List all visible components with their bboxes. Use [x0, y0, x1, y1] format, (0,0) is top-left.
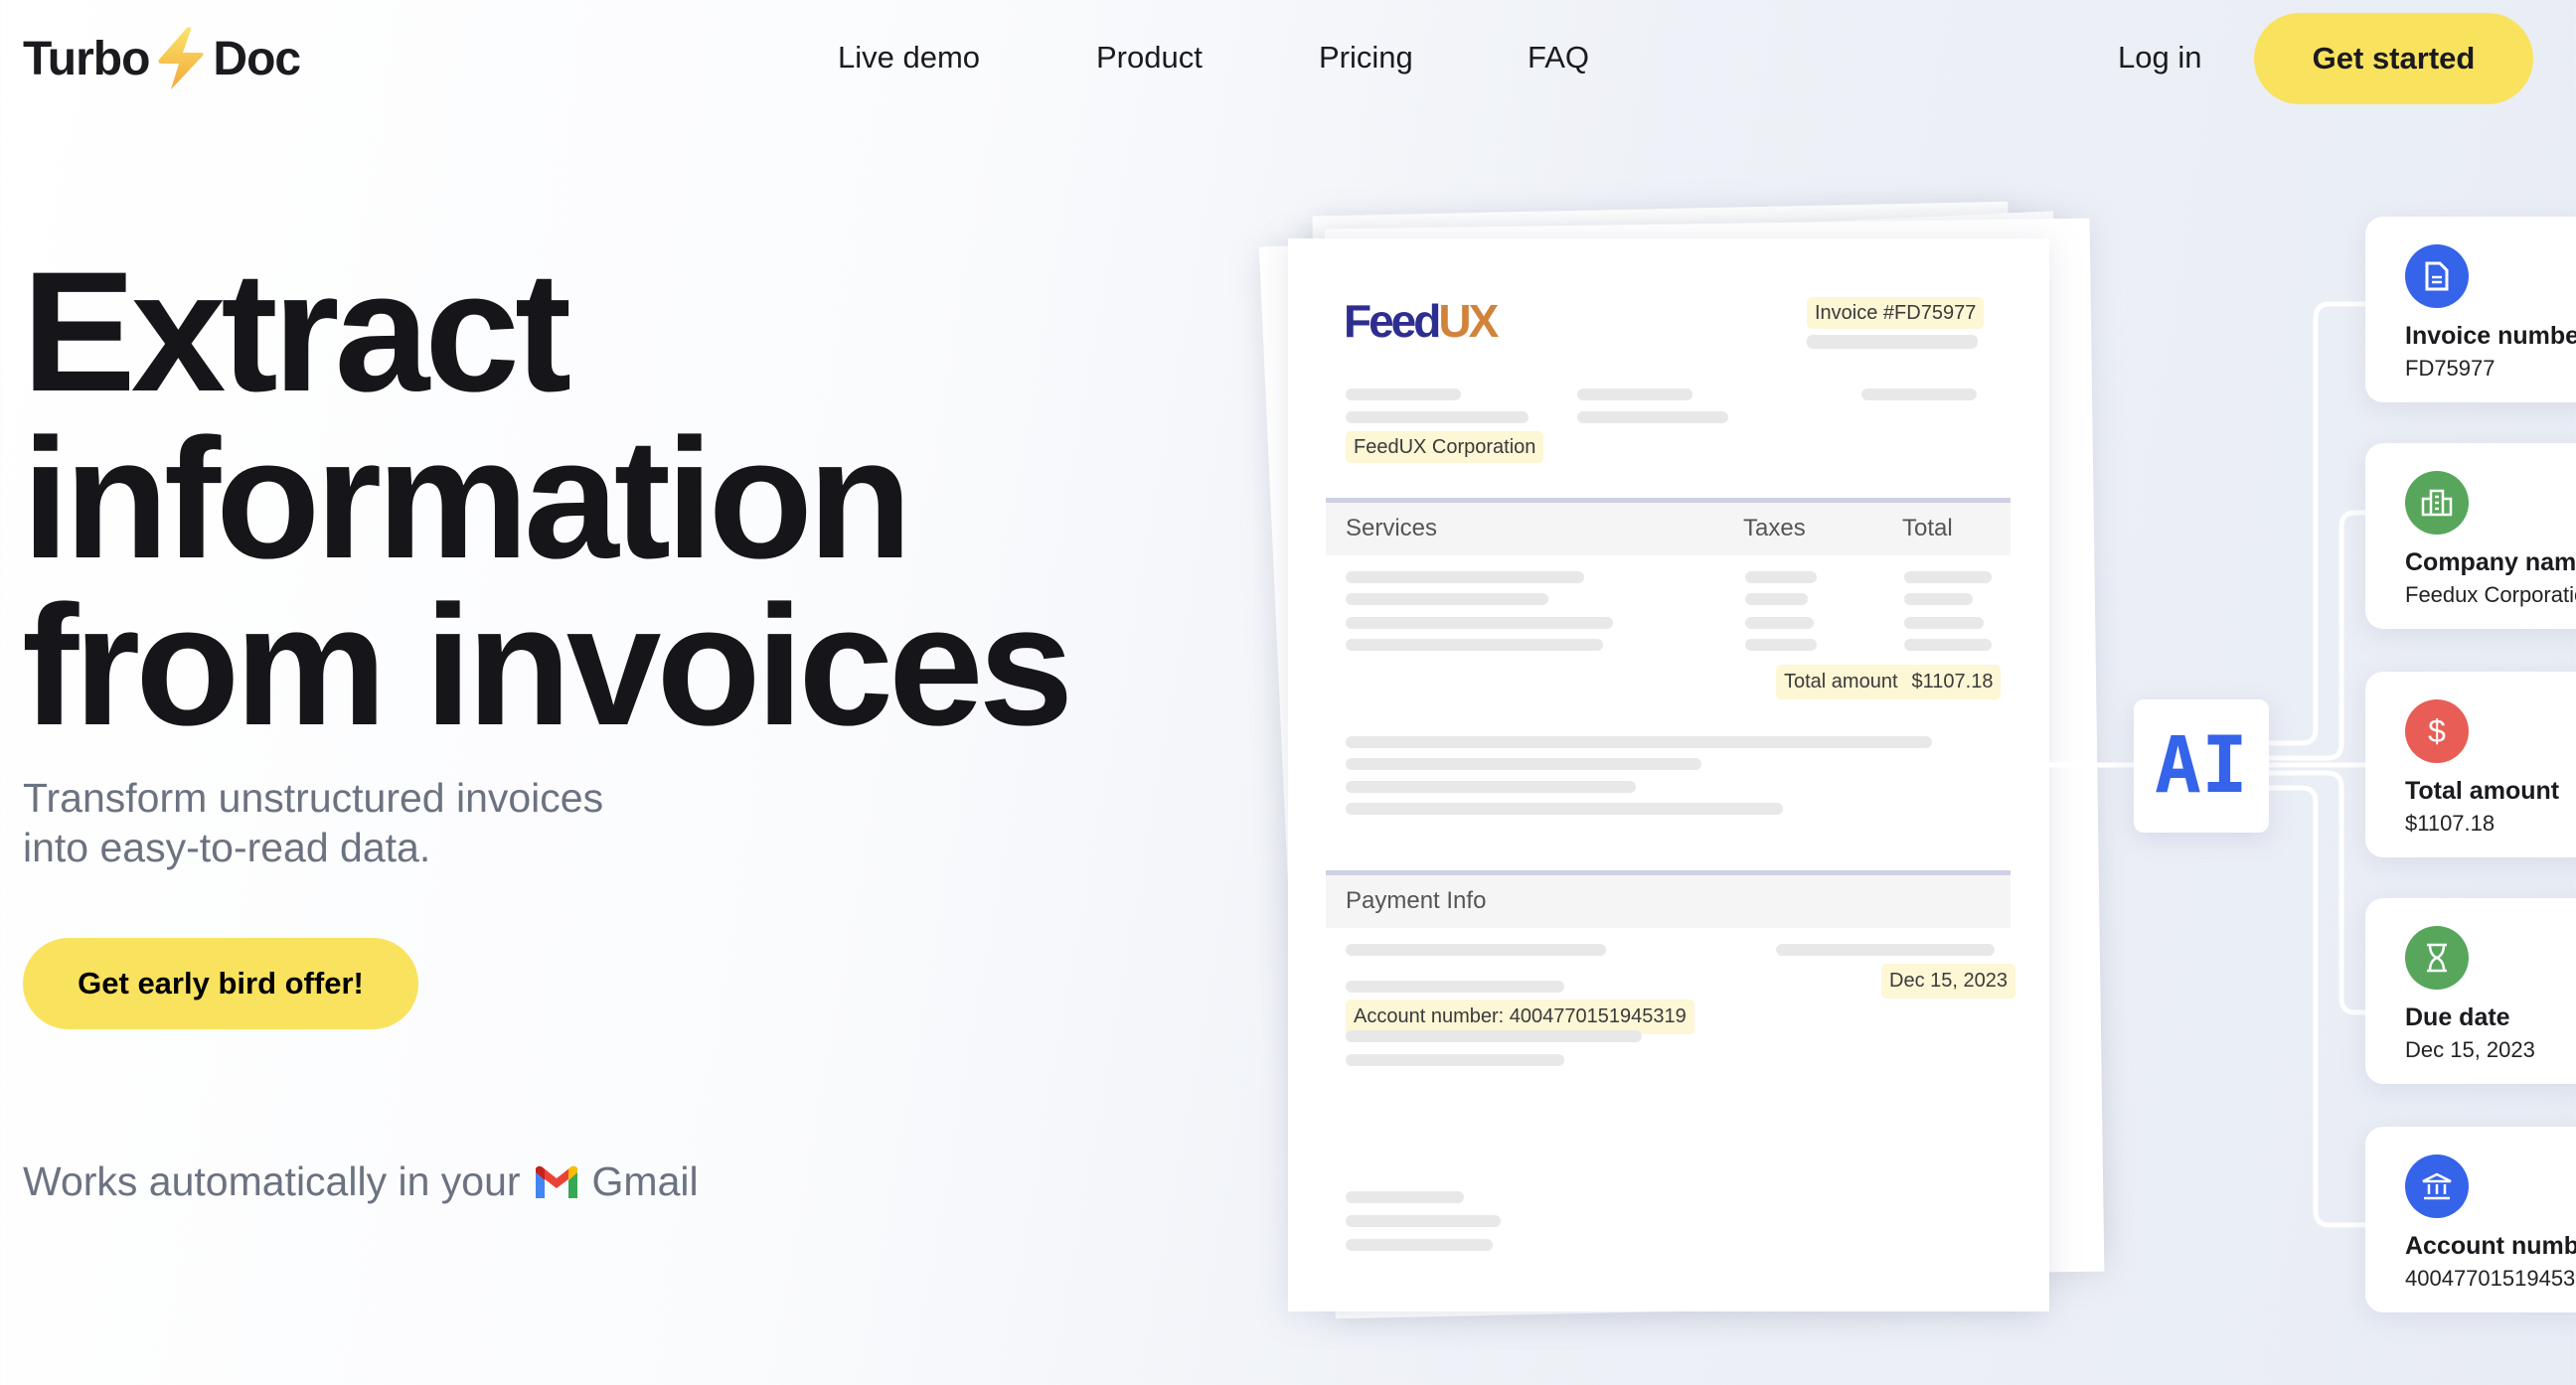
field-label: Total amount [2405, 777, 2560, 805]
hourglass-icon [2405, 926, 2469, 990]
field-label: Company name [2405, 548, 2576, 576]
document-icon [2405, 244, 2469, 308]
ai-badge: AI [2134, 699, 2269, 833]
extracted-field-card: Invoice number FD75977 [2365, 217, 2576, 402]
field-value: 4004770151945319 [2405, 1266, 2576, 1291]
field-label: Due date [2405, 1003, 2510, 1031]
connector-lines [2049, 301, 2365, 1228]
extracted-field-card: Company name Feedux Corporation [2365, 443, 2576, 629]
field-value: FD75977 [2405, 356, 2496, 381]
field-value: Feedux Corporation [2405, 582, 2576, 607]
extracted-field-card: $ Total amount $1107.18 [2365, 672, 2576, 857]
bank-icon [2405, 1154, 2469, 1218]
field-label: Invoice number [2405, 322, 2576, 350]
building-icon [2405, 471, 2469, 535]
field-label: Account number [2405, 1232, 2576, 1260]
field-value: $1107.18 [2405, 811, 2496, 836]
dollar-icon: $ [2405, 699, 2469, 763]
extracted-field-card: Due date Dec 15, 2023 [2365, 898, 2576, 1084]
extracted-field-card: Account number 4004770151945319 [2365, 1127, 2576, 1312]
field-value: Dec 15, 2023 [2405, 1037, 2535, 1062]
